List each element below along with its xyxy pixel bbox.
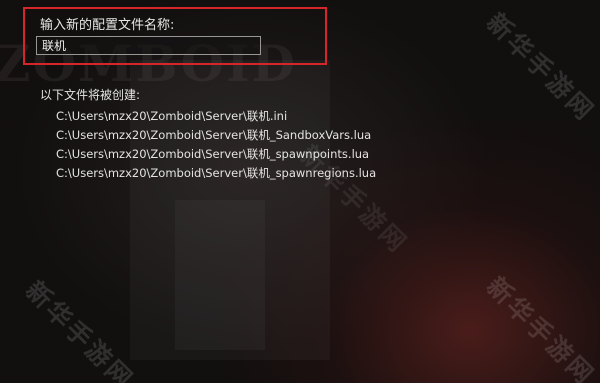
- file-path-item: C:\Users\mzx20\Zomboid\Server\联机_Sandbox…: [56, 128, 372, 142]
- file-path-item: C:\Users\mzx20\Zomboid\Server\联机_spawnpo…: [56, 147, 370, 161]
- server-config-screen: ZOMBOID 输入新的配置文件名称: 以下文件将被创建: C:\Users\m…: [0, 0, 600, 383]
- watermark-text: 新华手游网: [480, 271, 600, 383]
- file-path-list: C:\Users\mzx20\Zomboid\Server\联机.ini C:\…: [56, 107, 376, 183]
- watermark-text: 新华手游网: [19, 275, 140, 383]
- watermark-text: 新华手游网: [480, 7, 600, 128]
- file-path-item: C:\Users\mzx20\Zomboid\Server\联机.ini: [56, 109, 288, 123]
- config-name-input[interactable]: [36, 36, 261, 55]
- files-to-create-heading: 以下文件将被创建:: [40, 88, 141, 102]
- file-path-item: C:\Users\mzx20\Zomboid\Server\联机_spawnre…: [56, 166, 377, 180]
- config-name-label: 输入新的配置文件名称:: [40, 18, 175, 33]
- background-panel: [175, 200, 265, 350]
